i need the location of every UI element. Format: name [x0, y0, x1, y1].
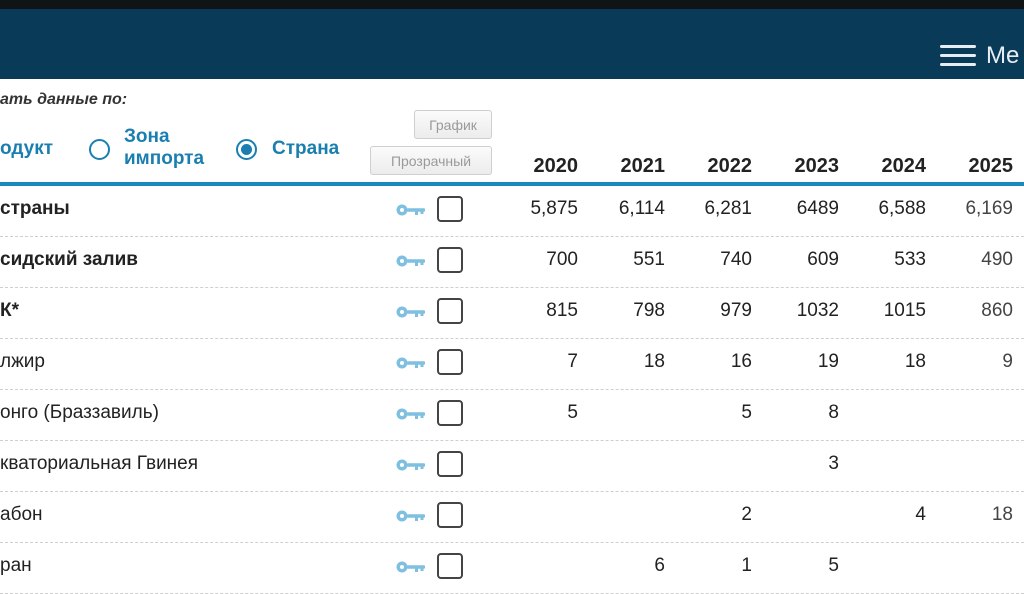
hamburger-icon — [940, 43, 976, 69]
table-cell-2025: 490 — [981, 249, 1013, 270]
row-country-name[interactable]: сидский залив — [0, 249, 138, 271]
table-row: лжир 7 18 16 19 18 9 — [0, 339, 1024, 390]
table-cell-2020: 700 — [546, 249, 578, 270]
site-header: Me — [0, 9, 1024, 79]
row-checkbox[interactable] — [437, 349, 463, 375]
table-row: ран 6 1 5 — [0, 543, 1024, 594]
table-cell-2025: 860 — [981, 300, 1013, 321]
table-cell-2021: 6 — [654, 555, 665, 576]
filter-caption: ать данные по: — [0, 91, 128, 108]
row-country-name[interactable]: онго (Браззавиль) — [0, 402, 159, 424]
table-row: кваториальная Гвинея 3 — [0, 441, 1024, 492]
menu-button[interactable]: Me — [940, 36, 1019, 76]
table-cell-2024: 1015 — [883, 300, 926, 321]
row-country-name[interactable]: абон — [0, 504, 43, 526]
table-cell-2020: 5,875 — [530, 198, 578, 219]
row-country-name[interactable]: кваториальная Гвинея — [0, 453, 198, 475]
table-cell-2023: 3 — [828, 453, 839, 474]
menu-label: Me — [986, 42, 1020, 69]
table-row: страны 5,875 6,114 6,281 6489 6,588 6,169 — [0, 186, 1024, 237]
table-row: сидский залив 700 551 740 609 533 490 — [0, 237, 1024, 288]
table-cell-2024: 533 — [894, 249, 926, 270]
table-cell-2021: 798 — [633, 300, 665, 321]
row-checkbox[interactable] — [437, 196, 463, 222]
key-icon[interactable] — [396, 203, 426, 217]
table-cell-2023: 1032 — [796, 300, 839, 321]
table-cell-2024: 4 — [915, 504, 926, 525]
table-cell-2023: 6489 — [796, 198, 839, 219]
table-cell-2020: 5 — [567, 402, 578, 423]
radio-import-zone-label[interactable]: Зона импорта — [124, 126, 204, 170]
year-header-2024[interactable]: 2024 — [846, 155, 927, 178]
table-cell-2022: 5 — [741, 402, 752, 423]
transparent-button[interactable]: Прозрачный — [370, 146, 492, 175]
year-header-2022[interactable]: 2022 — [672, 155, 753, 178]
table-cell-2024: 6,588 — [878, 198, 926, 219]
table-cell-2020: 7 — [567, 351, 578, 372]
row-checkbox[interactable] — [437, 247, 463, 273]
row-checkbox[interactable] — [437, 553, 463, 579]
table-cell-2022: 740 — [720, 249, 752, 270]
radio-selected-dot — [241, 144, 252, 155]
table-cell-2022: 979 — [720, 300, 752, 321]
table-cell-2022: 6,281 — [704, 198, 752, 219]
row-country-name[interactable]: К* — [0, 300, 19, 322]
radio-country[interactable] — [236, 139, 257, 160]
table-cell-2023: 609 — [807, 249, 839, 270]
year-header-2025[interactable]: 2025 — [933, 155, 1014, 178]
key-icon[interactable] — [396, 305, 426, 319]
table-cell-2025: 18 — [991, 504, 1013, 525]
table-cell-2023: 5 — [828, 555, 839, 576]
table-row: онго (Браззавиль) 5 5 8 — [0, 390, 1024, 441]
table-cell-2020: 815 — [546, 300, 578, 321]
year-header-2021[interactable]: 2021 — [585, 155, 666, 178]
key-icon[interactable] — [396, 560, 426, 574]
row-country-name[interactable]: страны — [0, 198, 70, 220]
table-cell-2022: 1 — [741, 555, 752, 576]
radio-import-zone[interactable] — [89, 139, 110, 160]
row-checkbox[interactable] — [437, 451, 463, 477]
year-header-2023[interactable]: 2023 — [759, 155, 840, 178]
table-row: абон 2 4 18 — [0, 492, 1024, 543]
key-icon[interactable] — [396, 458, 426, 472]
chart-button[interactable]: График — [414, 110, 492, 139]
table-cell-2022: 2 — [741, 504, 752, 525]
table-cell-2025: 9 — [1002, 351, 1013, 372]
row-checkbox[interactable] — [437, 502, 463, 528]
table-cell-2023: 8 — [828, 402, 839, 423]
row-checkbox[interactable] — [437, 400, 463, 426]
table-cell-2022: 16 — [730, 351, 752, 372]
table-cell-2021: 18 — [643, 351, 665, 372]
table-cell-2021: 551 — [633, 249, 665, 270]
radio-product-label[interactable]: одукт — [0, 138, 53, 160]
row-country-name[interactable]: лжир — [0, 351, 45, 373]
row-country-name[interactable]: ран — [0, 555, 32, 577]
status-strip — [0, 0, 1024, 9]
table-cell-2024: 18 — [904, 351, 926, 372]
table-cell-2023: 19 — [817, 351, 839, 372]
year-header-2020[interactable]: 2020 — [498, 155, 579, 178]
key-icon[interactable] — [396, 407, 426, 421]
table-row: К* 815 798 979 1032 1015 860 — [0, 288, 1024, 339]
key-icon[interactable] — [396, 254, 426, 268]
table-cell-2025: 6,169 — [965, 198, 1013, 219]
row-checkbox[interactable] — [437, 298, 463, 324]
key-icon[interactable] — [396, 356, 426, 370]
key-icon[interactable] — [396, 509, 426, 523]
table-cell-2021: 6,114 — [618, 198, 665, 219]
radio-country-label[interactable]: Страна — [272, 138, 339, 160]
